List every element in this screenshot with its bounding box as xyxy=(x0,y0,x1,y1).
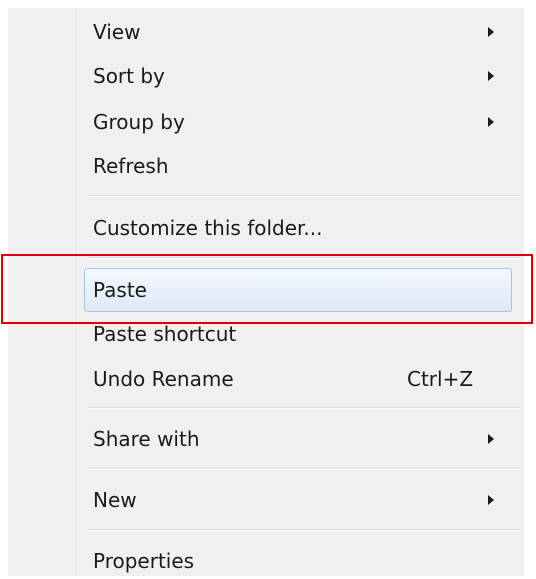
menu-separator xyxy=(88,529,520,531)
menu-item-new[interactable]: New xyxy=(8,478,524,522)
menu-item-refresh[interactable]: Refresh xyxy=(8,144,524,188)
menu-item-label: Properties xyxy=(93,549,195,573)
menu-item-label: Paste xyxy=(93,278,147,302)
menu-separator xyxy=(88,407,520,409)
menu-item-view[interactable]: View xyxy=(8,10,524,54)
submenu-arrow-icon xyxy=(488,495,494,505)
menu-item-customize-folder[interactable]: Customize this folder... xyxy=(8,206,524,250)
menu-item-label: Share with xyxy=(93,427,200,451)
menu-item-group-by[interactable]: Group by xyxy=(8,100,524,144)
menu-item-label: Group by xyxy=(93,110,185,134)
keyboard-shortcut: Ctrl+Z xyxy=(407,367,474,391)
menu-item-label: View xyxy=(93,20,141,44)
menu-item-label: New xyxy=(93,488,137,512)
menu-item-label: Paste shortcut xyxy=(93,322,237,346)
submenu-arrow-icon xyxy=(488,117,494,127)
menu-separator xyxy=(88,257,520,259)
menu-item-paste-shortcut[interactable]: Paste shortcut xyxy=(8,312,524,356)
menu-item-label: Refresh xyxy=(93,154,169,178)
menu-item-share-with[interactable]: Share with xyxy=(8,417,524,461)
menu-separator xyxy=(88,195,520,197)
menu-item-properties[interactable]: Properties xyxy=(8,539,524,579)
menu-separator xyxy=(88,468,520,470)
submenu-arrow-icon xyxy=(488,434,494,444)
context-menu: View Sort by Group by Refresh Customize … xyxy=(8,8,524,576)
submenu-arrow-icon xyxy=(488,27,494,37)
menu-item-undo-rename[interactable]: Undo Rename Ctrl+Z xyxy=(8,357,524,401)
menu-item-paste[interactable]: Paste xyxy=(84,268,512,312)
submenu-arrow-icon xyxy=(488,71,494,81)
menu-item-sort-by[interactable]: Sort by xyxy=(8,54,524,98)
menu-item-label: Undo Rename xyxy=(93,367,234,391)
menu-item-label: Sort by xyxy=(93,64,165,88)
menu-item-label: Customize this folder... xyxy=(93,216,323,240)
